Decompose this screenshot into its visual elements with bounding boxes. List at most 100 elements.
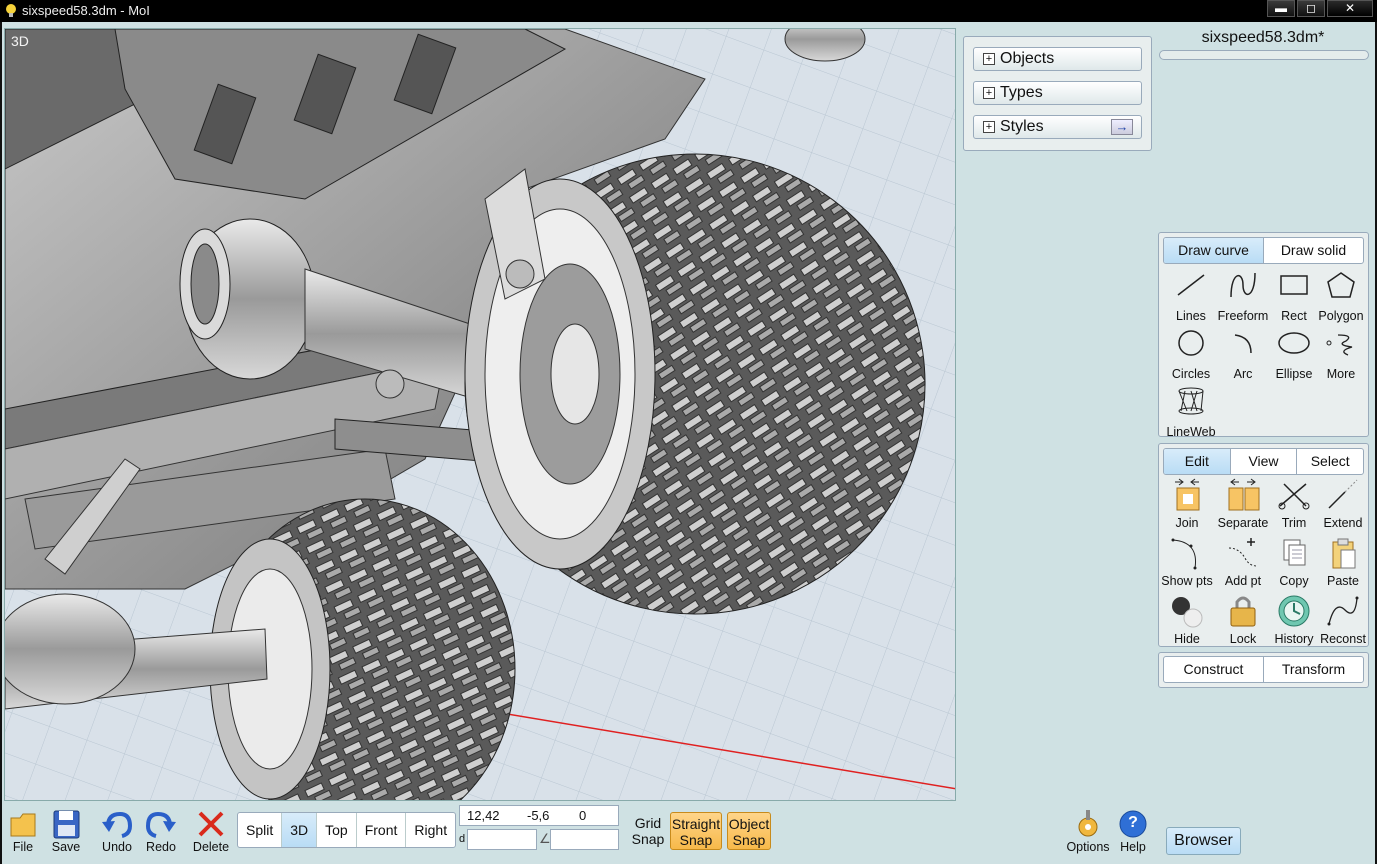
- styles-section[interactable]: + Styles →: [973, 115, 1142, 139]
- reconst-tool[interactable]: Reconst: [1315, 592, 1371, 648]
- undo-button[interactable]: Undo: [98, 808, 136, 854]
- polygon-label: Polygon: [1318, 309, 1364, 323]
- grid-snap-line2: Snap: [631, 831, 665, 847]
- distance-label: d: [459, 833, 466, 845]
- join-icon: [1175, 478, 1200, 511]
- objects-label: Objects: [1000, 50, 1055, 67]
- hide-tool[interactable]: Hide: [1159, 592, 1215, 648]
- undo-label: Undo: [102, 840, 132, 854]
- types-section[interactable]: + Types: [973, 81, 1142, 105]
- styles-label: Styles: [1000, 118, 1044, 135]
- tab-construct[interactable]: Construct: [1164, 657, 1264, 682]
- lineweb-label: LineWeb: [1166, 425, 1216, 439]
- grid-snap-toggle[interactable]: Grid Snap: [628, 812, 668, 850]
- lineweb-tool[interactable]: LineWeb: [1163, 385, 1219, 441]
- straight-snap-toggle[interactable]: Straight Snap: [670, 812, 722, 850]
- maximize-button[interactable]: ◻: [1297, 0, 1325, 17]
- lock-icon: [1230, 596, 1256, 627]
- styles-arrow-button[interactable]: →: [1111, 119, 1133, 135]
- polygon-tool[interactable]: Polygon: [1313, 269, 1369, 325]
- coord-y: -5,6: [527, 808, 550, 823]
- object-snap-line2: Snap: [732, 832, 766, 848]
- hide-icon: [1172, 597, 1203, 628]
- construct-palette: Construct Transform: [1158, 652, 1369, 688]
- model-render: [5, 29, 955, 800]
- help-button[interactable]: ? Help: [1116, 808, 1150, 854]
- floppy-icon: [53, 810, 80, 839]
- minimize-button[interactable]: ▬: [1267, 0, 1295, 17]
- folder-icon: [10, 813, 36, 837]
- expand-icon: +: [983, 121, 995, 133]
- straight-snap-line1: Straight: [671, 816, 721, 832]
- close-button[interactable]: ✕: [1327, 0, 1373, 17]
- copy-icon: [1283, 539, 1306, 566]
- paste-tool[interactable]: Paste: [1315, 534, 1371, 590]
- show-points-icon: [1171, 538, 1197, 570]
- file-progress-bar: [1159, 50, 1369, 60]
- file-button[interactable]: File: [6, 808, 40, 854]
- view-right-button[interactable]: Right: [406, 813, 455, 847]
- extend-tool[interactable]: Extend: [1315, 476, 1371, 532]
- reconstruct-icon: [1327, 596, 1359, 626]
- file-name: sixspeed58.3dm*: [1201, 29, 1325, 46]
- delete-label: Delete: [192, 840, 230, 854]
- tab-draw-solid[interactable]: Draw solid: [1264, 238, 1363, 263]
- browser-button[interactable]: Browser: [1166, 827, 1241, 855]
- viewport-3d[interactable]: 3D: [4, 28, 956, 801]
- edit-palette: Edit View Select Join Separate Trim Exte…: [1158, 443, 1369, 647]
- paste-icon: [1332, 538, 1356, 569]
- delete-x-icon: [198, 811, 224, 837]
- window-title: sixspeed58.3dm - MoI: [22, 3, 150, 18]
- show-pts-tool[interactable]: Show pts: [1159, 534, 1215, 590]
- redo-button[interactable]: Redo: [142, 808, 180, 854]
- extend-icon: [1328, 479, 1358, 509]
- object-snap-line1: Object: [728, 816, 770, 832]
- grid-snap-line1: Grid: [634, 815, 662, 831]
- tab-draw-curve[interactable]: Draw curve: [1164, 238, 1264, 263]
- circle-icon: [1178, 330, 1204, 356]
- lightbulb-icon: [6, 4, 16, 17]
- join-label: Join: [1175, 516, 1199, 530]
- coordinate-input[interactable]: 12,42 -5,6 0: [459, 805, 619, 826]
- tab-view[interactable]: View: [1231, 449, 1298, 474]
- more-label: More: [1326, 367, 1356, 381]
- spiral-icon: [1326, 334, 1353, 356]
- delete-button[interactable]: Delete: [191, 808, 231, 854]
- expand-icon: +: [983, 53, 995, 65]
- tab-select[interactable]: Select: [1297, 449, 1363, 474]
- scissors-icon: [1278, 483, 1310, 510]
- arc-icon: [1234, 334, 1252, 354]
- help-label: Help: [1120, 840, 1146, 854]
- save-label: Save: [51, 840, 81, 854]
- undo-icon: [102, 811, 133, 838]
- tab-edit[interactable]: Edit: [1164, 449, 1231, 474]
- extend-label: Extend: [1323, 516, 1363, 530]
- view-3d-button[interactable]: 3D: [282, 813, 318, 847]
- options-button[interactable]: Options: [1064, 808, 1112, 854]
- options-label: Options: [1066, 840, 1110, 854]
- view-switcher: Split 3D Top Front Right: [237, 812, 457, 848]
- show-pts-label: Show pts: [1161, 574, 1213, 588]
- view-split-button[interactable]: Split: [238, 813, 283, 847]
- tab-transform[interactable]: Transform: [1264, 657, 1363, 682]
- file-label: File: [12, 840, 34, 854]
- save-button[interactable]: Save: [48, 808, 84, 854]
- view-front-button[interactable]: Front: [357, 813, 407, 847]
- angle-label: ∠: [539, 831, 551, 846]
- distance-input[interactable]: [467, 829, 537, 850]
- angle-input[interactable]: [550, 829, 619, 850]
- view-top-button[interactable]: Top: [317, 813, 357, 847]
- join-tool[interactable]: Join: [1159, 476, 1215, 532]
- object-snap-toggle[interactable]: Object Snap: [727, 812, 771, 850]
- objects-section[interactable]: + Objects: [973, 47, 1142, 71]
- polygon-icon: [1327, 272, 1355, 298]
- more-tool[interactable]: More: [1313, 327, 1369, 383]
- history-icon: [1278, 595, 1310, 627]
- lineweb-icon: [1178, 387, 1204, 415]
- draw-palette: Draw curve Draw solid Lines Freeform Rec…: [1158, 232, 1369, 439]
- coord-x: 12,42: [467, 808, 500, 823]
- hide-label: Hide: [1174, 632, 1200, 646]
- viewport-label: 3D: [11, 33, 29, 49]
- lines-icon: [1177, 274, 1205, 296]
- coord-z: 0: [579, 808, 587, 823]
